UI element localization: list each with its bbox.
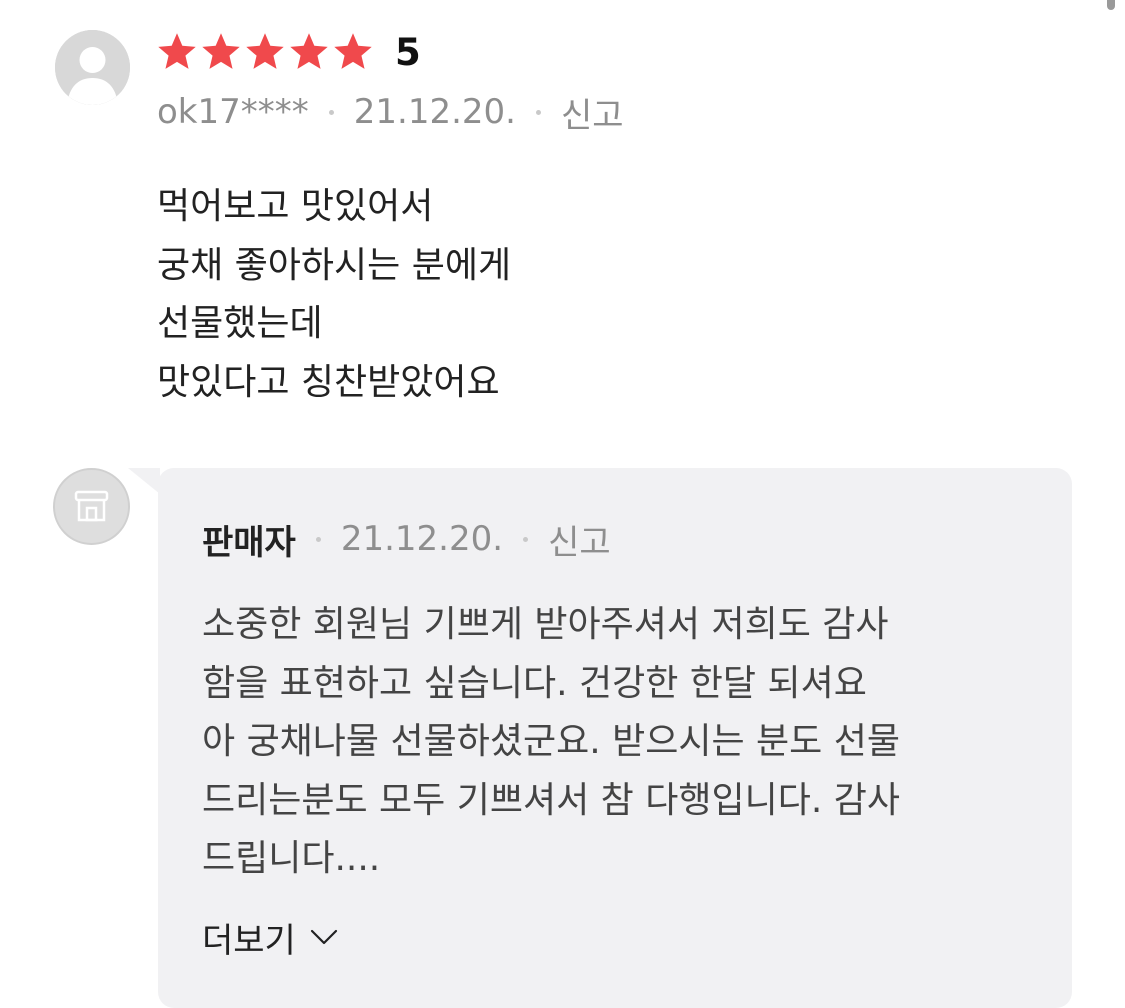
reply-line: 함을 표현하고 싶습니다. 건강한 한달 되셔요: [202, 662, 867, 704]
store-icon: [74, 490, 109, 522]
more-button[interactable]: 더보기: [202, 912, 338, 962]
reply-line: 아 궁채나물 선물하셨군요. 받으시는 분도 선물: [202, 721, 900, 762]
rating-score: 5: [395, 31, 421, 74]
star-icon: [199, 30, 243, 74]
separator-dot: [523, 536, 529, 542]
reply-report-link[interactable]: 신고: [548, 515, 611, 564]
reply-line: 드립니다....: [202, 838, 381, 879]
review-date: 21.12.20.: [353, 92, 516, 132]
star-icon: [331, 30, 375, 74]
review-meta: ok17**** 21.12.20. 신고: [157, 88, 624, 136]
seller-label: 판매자: [202, 522, 296, 563]
reply-line: 드리는분도 모두 기쁘셔서 참 다행입니다. 감사: [202, 779, 900, 821]
seller-avatar: [53, 468, 130, 545]
review-line: 선물했는데: [157, 303, 323, 344]
star-icon: [287, 30, 331, 74]
star-icon: [243, 30, 287, 74]
user-avatar: [55, 30, 130, 105]
report-link[interactable]: 신고: [561, 88, 624, 137]
review-line: 먹어보고 맛있어서: [157, 186, 434, 227]
separator-dot: [535, 109, 541, 115]
review-line: 궁채 좋아하시는 분에게: [157, 244, 512, 286]
reply-bubble-notch: [128, 468, 160, 494]
star-icon: [155, 30, 199, 74]
reply-meta: 판매자 21.12.20. 신고: [202, 514, 611, 564]
reply-text: 소중한 회원님 기쁘게 받아주셔서 저희도 감사 함을 표현하고 싶습니다. 건…: [202, 596, 900, 889]
reply-line: 소중한 회원님 기쁘게 받아주셔서 저희도 감사: [202, 604, 889, 645]
separator-dot: [328, 109, 334, 115]
reply-date: 21.12.20.: [340, 519, 504, 559]
more-label: 더보기: [202, 920, 296, 961]
default-user-icon: [55, 30, 130, 105]
rating-stars: [155, 29, 375, 75]
chevron-down-icon: [310, 929, 337, 945]
reviewer-id: ok17****: [157, 92, 309, 132]
separator-dot: [315, 536, 321, 542]
review-line: 맛있다고 칭찬받았어요: [157, 361, 500, 403]
review-text: 먹어보고 맛있어서 궁채 좋아하시는 분에게 선물했는데 맛있다고 칭찬받았어요: [157, 178, 511, 412]
review-item: 5 ok17**** 21.12.20. 신고 먹어보고 맛있어서 궁채 좋아하…: [0, 0, 1125, 1008]
